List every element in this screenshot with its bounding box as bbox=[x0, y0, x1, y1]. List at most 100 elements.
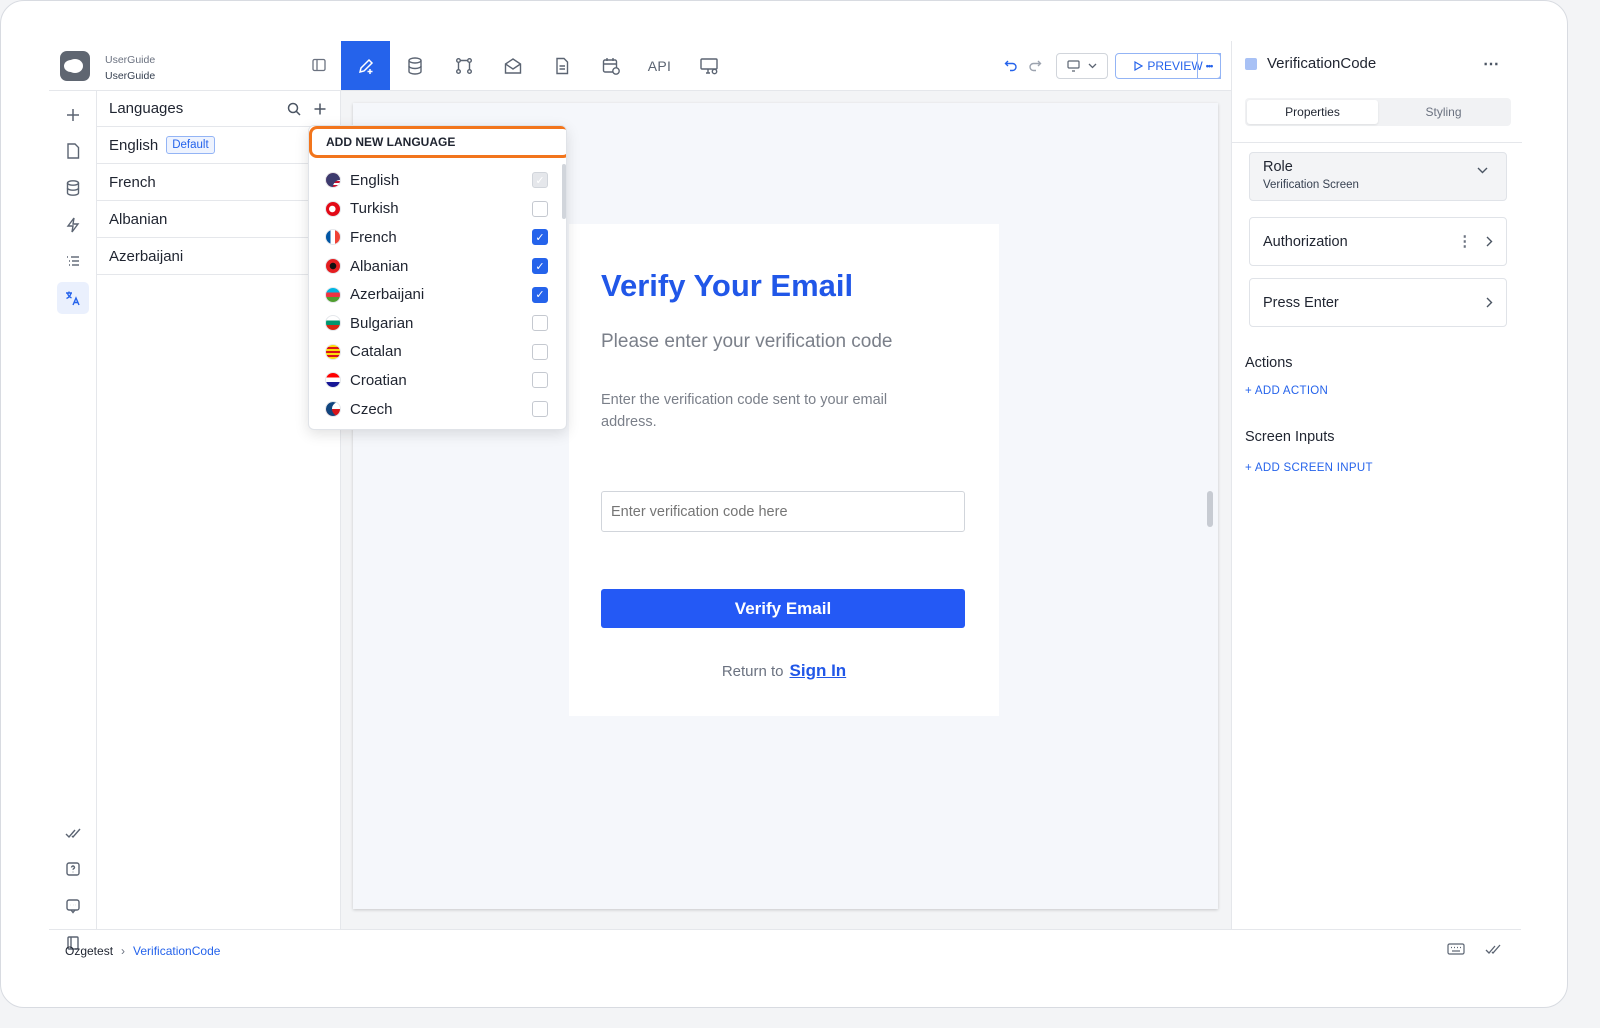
language-option-turkish[interactable]: Turkish bbox=[309, 195, 566, 224]
settings-screen-tool[interactable] bbox=[684, 41, 733, 90]
add-new-language-header: ADD NEW LANGUAGE bbox=[309, 126, 566, 158]
search-icon[interactable] bbox=[286, 101, 302, 117]
more-options-button[interactable]: ••• bbox=[1197, 53, 1221, 79]
database-icon bbox=[407, 56, 422, 75]
undo-icon[interactable] bbox=[1004, 58, 1018, 72]
language-option-label: Czech bbox=[350, 400, 393, 418]
add-screen-input-link[interactable]: + ADD SCREEN INPUT bbox=[1245, 462, 1373, 474]
double-check-icon[interactable] bbox=[1485, 942, 1503, 956]
org-line-2: UserGuide bbox=[105, 70, 156, 82]
authorization-label: Authorization bbox=[1263, 233, 1348, 250]
resize-handle[interactable] bbox=[1207, 491, 1213, 527]
flag-icon bbox=[325, 286, 341, 303]
screen-inputs-title: Screen Inputs bbox=[1245, 429, 1335, 445]
checkbox[interactable]: ✓ bbox=[532, 286, 548, 303]
component-menu-icon[interactable]: ⋯ bbox=[1483, 54, 1499, 74]
add-page-button[interactable] bbox=[57, 99, 89, 131]
breadcrumb-root[interactable]: Ozgetest bbox=[65, 944, 113, 958]
add-language-icon[interactable] bbox=[312, 101, 328, 117]
app-logo[interactable] bbox=[60, 51, 90, 81]
language-option-azerbaijani[interactable]: Azerbaijani ✓ bbox=[309, 280, 566, 309]
data-button[interactable] bbox=[57, 172, 89, 204]
device-select[interactable] bbox=[1056, 53, 1108, 79]
monitor-gear-icon bbox=[699, 57, 718, 74]
checkbox[interactable] bbox=[532, 315, 548, 332]
org-line-1: UserGuide bbox=[105, 54, 156, 66]
chevron-right-icon bbox=[1486, 297, 1493, 308]
flag-icon bbox=[325, 200, 341, 217]
press-enter-row[interactable]: Press Enter bbox=[1249, 278, 1507, 327]
lightning-icon bbox=[66, 217, 80, 233]
dropdown-scrollbar[interactable] bbox=[562, 164, 566, 219]
language-option-english[interactable]: English ✓ bbox=[309, 166, 566, 195]
database-tool[interactable] bbox=[390, 41, 439, 90]
panel-tabs: Properties Styling bbox=[1245, 98, 1511, 126]
ui-builder-tool[interactable] bbox=[341, 41, 390, 90]
languages-button[interactable] bbox=[57, 282, 89, 314]
collapse-panel-icon[interactable] bbox=[311, 57, 327, 73]
chevron-down-icon bbox=[1088, 63, 1097, 69]
language-option-albanian[interactable]: Albanian ✓ bbox=[309, 252, 566, 281]
language-option-label: Albanian bbox=[350, 257, 409, 275]
flag-icon bbox=[325, 372, 341, 389]
language-option-catalan[interactable]: Catalan bbox=[309, 338, 566, 367]
language-option-french[interactable]: French ✓ bbox=[309, 223, 566, 252]
language-option-bulgarian[interactable]: Bulgarian bbox=[309, 309, 566, 338]
checkbox[interactable] bbox=[532, 401, 548, 418]
language-row-french[interactable]: French bbox=[97, 164, 340, 201]
calendar-clock-icon bbox=[602, 57, 620, 75]
chat-button[interactable] bbox=[57, 890, 89, 922]
flag-icon bbox=[325, 401, 341, 418]
authorization-row[interactable]: Authorization ⋮ bbox=[1249, 217, 1507, 266]
org-name: UserGuide UserGuide bbox=[105, 52, 155, 84]
verify-email-button[interactable]: Verify Email bbox=[601, 589, 965, 628]
pencil-plus-icon bbox=[358, 58, 373, 74]
tab-properties[interactable]: Properties bbox=[1247, 100, 1378, 124]
tab-styling[interactable]: Styling bbox=[1378, 100, 1509, 124]
add-action-link[interactable]: + ADD ACTION bbox=[1245, 385, 1328, 397]
list-button[interactable] bbox=[57, 245, 89, 277]
sign-in-link[interactable]: Sign In bbox=[790, 661, 847, 680]
checkbox[interactable] bbox=[532, 372, 548, 389]
kebab-icon[interactable]: ⋮ bbox=[1458, 234, 1473, 250]
component-name: VerificationCode bbox=[1267, 55, 1377, 72]
keyboard-icon[interactable] bbox=[1447, 942, 1465, 956]
component-title: VerificationCode bbox=[1245, 55, 1376, 72]
api-tool[interactable]: API bbox=[635, 41, 684, 90]
languages-title: Languages bbox=[109, 100, 184, 117]
redo-icon[interactable] bbox=[1028, 58, 1042, 72]
checkbox[interactable]: ✓ bbox=[532, 229, 548, 246]
language-row-english[interactable]: English Default bbox=[97, 127, 340, 164]
return-text: Return to bbox=[721, 663, 784, 680]
language-row-albanian[interactable]: Albanian bbox=[97, 201, 340, 238]
flag-icon bbox=[325, 258, 341, 275]
actions-button[interactable] bbox=[57, 209, 89, 241]
document-icon bbox=[555, 57, 568, 74]
database-icon bbox=[66, 180, 80, 196]
chevron-down-icon bbox=[1477, 167, 1488, 174]
checkbox[interactable]: ✓ bbox=[532, 258, 548, 275]
help-button[interactable] bbox=[57, 853, 89, 885]
language-name: English bbox=[109, 136, 159, 154]
checkbox[interactable] bbox=[532, 343, 548, 360]
languages-panel: Languages English Default French Albania… bbox=[97, 91, 341, 929]
language-option-danish[interactable]: Danish bbox=[309, 423, 566, 429]
list-icon bbox=[67, 256, 79, 266]
pages-button[interactable] bbox=[57, 135, 89, 167]
flag-icon bbox=[325, 229, 341, 246]
help-icon bbox=[66, 862, 80, 876]
checks-button[interactable] bbox=[57, 817, 89, 849]
language-row-azerbaijani[interactable]: Azerbaijani bbox=[97, 238, 340, 275]
verification-code-input[interactable] bbox=[601, 491, 965, 532]
scheduler-tool[interactable] bbox=[586, 41, 635, 90]
actions-title: Actions bbox=[1245, 355, 1293, 371]
language-option-czech[interactable]: Czech bbox=[309, 395, 566, 424]
breadcrumb-current[interactable]: VerificationCode bbox=[133, 944, 220, 958]
role-select[interactable]: Role Verification Screen bbox=[1249, 152, 1507, 201]
email-tool[interactable] bbox=[488, 41, 537, 90]
plus-icon bbox=[67, 109, 79, 121]
checkbox[interactable] bbox=[532, 200, 548, 217]
language-option-croatian[interactable]: Croatian bbox=[309, 366, 566, 395]
document-tool[interactable] bbox=[537, 41, 586, 90]
logic-tool[interactable] bbox=[439, 41, 488, 90]
